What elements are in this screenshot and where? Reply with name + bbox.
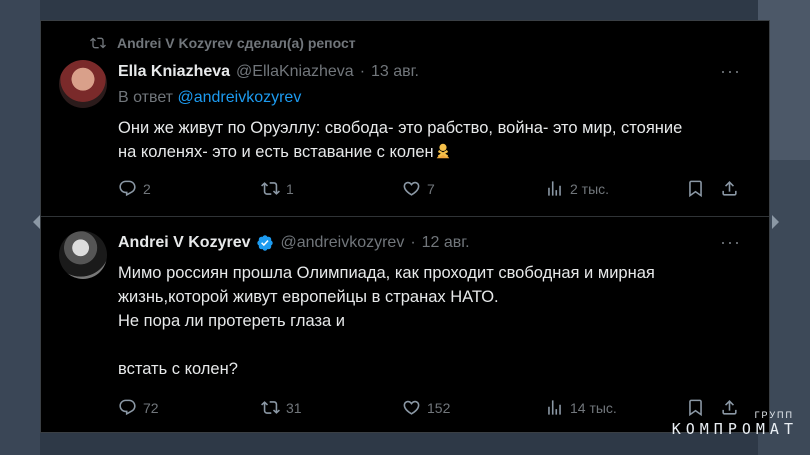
like-button[interactable]: 152 xyxy=(402,398,545,417)
avatar-andrei[interactable] xyxy=(59,231,107,279)
repost-button[interactable]: 1 xyxy=(261,179,402,198)
reply-prefix: В ответ xyxy=(118,89,174,106)
tweet-text-line-content: на коленях- это и есть вставание с колен xyxy=(118,143,434,161)
repost-button[interactable]: 31 xyxy=(261,398,402,417)
heart-icon xyxy=(403,400,420,415)
reply-count: 2 xyxy=(143,180,151,197)
previous-arrow-icon[interactable] xyxy=(33,215,40,229)
tweet-text-line: на коленях- это и есть вставание с колен xyxy=(118,140,748,164)
heart-icon xyxy=(403,181,420,196)
repost-icon xyxy=(261,182,280,195)
tweet-text-line: Не пора ли протереть глаза и xyxy=(118,312,345,330)
like-count: 152 xyxy=(427,399,451,416)
views-count: 2 тыс. xyxy=(570,180,610,197)
reply-icon xyxy=(119,399,136,416)
author-handle[interactable]: @andreivkozyrev xyxy=(280,234,404,252)
views-button[interactable]: 14 тыс. xyxy=(545,398,686,417)
tweet-header: Ella Kniazheva @EllaKniazheva · 13 авг. xyxy=(118,63,419,81)
views-button[interactable]: 2 тыс. xyxy=(545,179,686,198)
watermark-small: ГРУПП xyxy=(754,410,794,420)
reply-context: В ответ @andreivkozyrev xyxy=(118,89,301,107)
tweet-header: Andrei V Kozyrev @andreivkozyrev · 12 ав… xyxy=(118,234,470,252)
tweet-ella[interactable]: Andrei V Kozyrev сделал(а) репост Ella K… xyxy=(41,21,769,216)
repost-banner: Andrei V Kozyrev сделал(а) репост xyxy=(89,35,356,51)
next-arrow-icon[interactable] xyxy=(772,215,779,229)
reply-button[interactable]: 2 xyxy=(118,179,261,198)
bookmark-icon xyxy=(689,180,702,198)
bookmark-button[interactable] xyxy=(686,179,720,198)
more-options-icon[interactable]: ··· xyxy=(720,61,741,82)
avatar-ella[interactable] xyxy=(59,60,107,108)
tweet-text: Мимо россиян прошла Олимпиада, как прохо… xyxy=(118,261,748,381)
reply-count: 72 xyxy=(143,399,159,416)
separator-dot: · xyxy=(410,234,416,251)
tweet-text-line: жизнь,которой живут европейцы в странах … xyxy=(118,288,499,306)
views-icon xyxy=(548,181,561,196)
like-button[interactable]: 7 xyxy=(402,179,545,198)
verified-badge-icon xyxy=(257,235,274,251)
tweet-date[interactable]: 13 авг. xyxy=(371,63,419,81)
views-count: 14 тыс. xyxy=(570,399,617,416)
tweet-text-line: встать с колен? xyxy=(118,360,238,378)
share-button[interactable] xyxy=(720,179,750,198)
author-handle[interactable]: @EllaKniazheva xyxy=(236,63,354,81)
reply-button[interactable]: 72 xyxy=(118,398,261,417)
tweet-text: Они же живут по Оруэллу: свобода- это ра… xyxy=(118,116,748,164)
screenshot-frame: Andrei V Kozyrev сделал(а) репост Ella K… xyxy=(33,20,779,433)
reply-icon xyxy=(119,180,136,197)
tweet-date[interactable]: 12 авг. xyxy=(422,234,470,252)
tweet-actions: 72 31 152 14 тыс. xyxy=(118,398,750,417)
repost-icon xyxy=(261,401,280,414)
views-icon xyxy=(548,400,561,415)
tweet-text-line xyxy=(118,333,748,357)
author-name[interactable]: Ella Kniazheva xyxy=(118,63,230,81)
tweet-actions: 2 1 7 2 тыс. xyxy=(118,179,750,198)
repost-count: 31 xyxy=(286,399,302,416)
watermark: ГРУПП КОМПРОМАТ xyxy=(672,410,798,438)
more-options-icon[interactable]: ··· xyxy=(720,232,741,253)
person-gesturing-no-icon xyxy=(436,143,449,159)
share-icon xyxy=(722,181,737,196)
tweet-text-line: Они же живут по Оруэллу: свобода- это ра… xyxy=(118,119,683,137)
tweet-text-line: Мимо россиян прошла Олимпиада, как прохо… xyxy=(118,264,655,282)
watermark-main: КОМПРОМАТ xyxy=(671,420,798,438)
repost-icon xyxy=(90,37,106,49)
tweet-divider xyxy=(41,216,769,217)
like-count: 7 xyxy=(427,180,435,197)
separator-dot: · xyxy=(359,63,366,80)
reply-mention-link[interactable]: @andreivkozyrev xyxy=(177,89,301,106)
repost-count: 1 xyxy=(286,180,294,197)
repost-banner-text: Andrei V Kozyrev сделал(а) репост xyxy=(117,35,356,51)
author-name[interactable]: Andrei V Kozyrev xyxy=(118,234,250,252)
